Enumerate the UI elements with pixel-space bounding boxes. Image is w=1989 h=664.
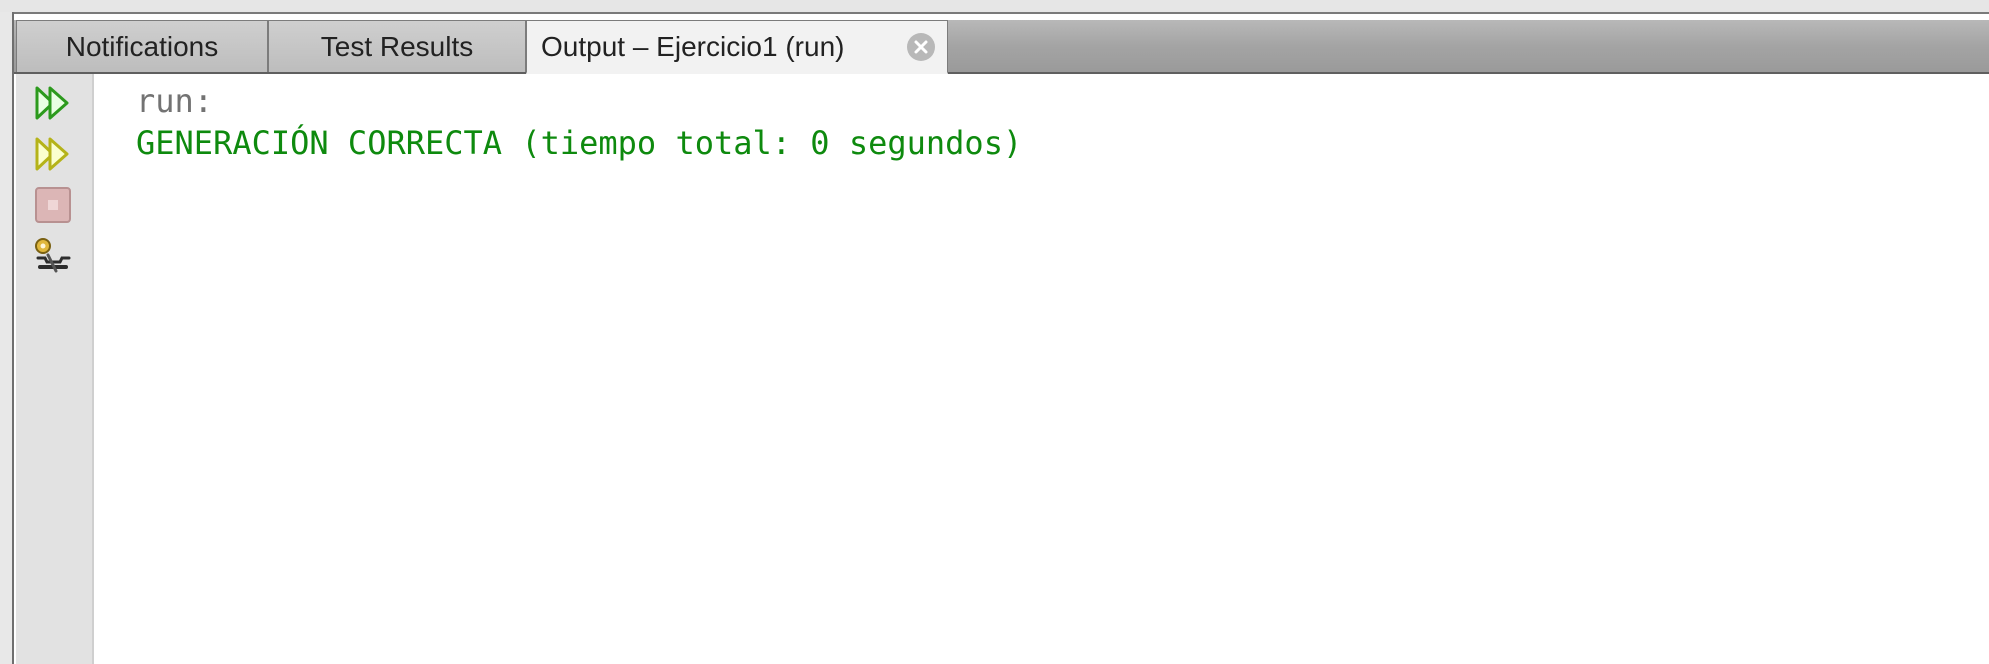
settings-icon — [35, 238, 71, 273]
console-line-run: run: — [136, 82, 214, 120]
output-toolbar — [16, 74, 94, 664]
rerun-with-args-button[interactable] — [32, 133, 74, 175]
tab-label: Output – Ejercicio1 (run) — [541, 30, 845, 62]
close-tab-button[interactable] — [907, 33, 935, 61]
divider — [0, 12, 1989, 14]
tab-label: Test Results — [320, 30, 474, 62]
window-left-edge — [0, 12, 14, 664]
rerun-with-args-icon — [35, 137, 69, 171]
stop-icon — [35, 187, 71, 223]
tab-strip: Notifications Test Results Output – Ejer… — [14, 20, 1989, 74]
console-line-build-success: GENERACIÓN CORRECTA (tiempo total: 0 seg… — [136, 124, 1023, 162]
output-window: Notifications Test Results Output – Ejer… — [0, 0, 1989, 664]
rerun-icon — [35, 86, 69, 120]
output-console[interactable]: run: GENERACIÓN CORRECTA (tiempo total: … — [96, 74, 1989, 664]
tab-notifications[interactable]: Notifications — [16, 20, 268, 72]
settings-button[interactable] — [32, 235, 74, 277]
tab-label: Notifications — [65, 30, 219, 62]
close-icon — [914, 40, 928, 54]
tab-output[interactable]: Output – Ejercicio1 (run) — [526, 20, 948, 74]
rerun-button[interactable] — [32, 82, 74, 124]
stop-button[interactable] — [32, 184, 74, 226]
tab-test-results[interactable]: Test Results — [268, 20, 526, 72]
